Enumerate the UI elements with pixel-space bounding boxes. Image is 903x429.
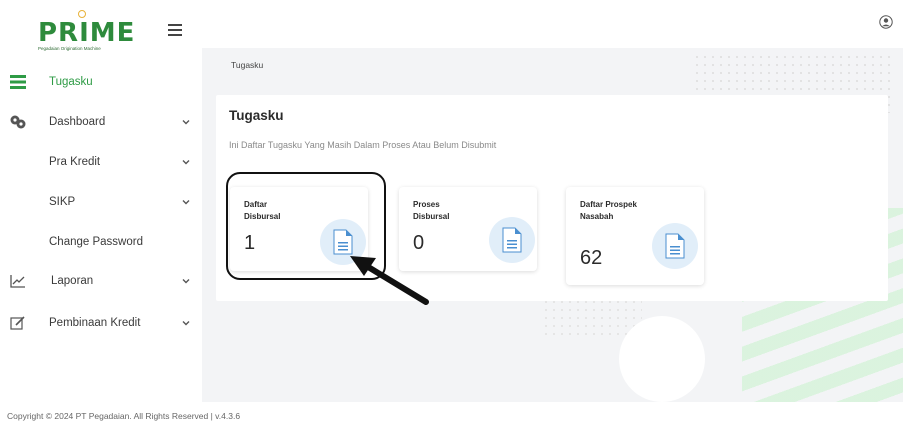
sidebar-item-label: Tugasku [49, 76, 93, 88]
sidebar-item-label: Pra Kredit [49, 156, 101, 168]
chevron-down-icon [182, 120, 190, 125]
user-profile-icon[interactable] [879, 15, 893, 29]
dashboard-icon [10, 114, 26, 130]
sidebar-item-tugasku[interactable]: Tugasku [0, 64, 202, 100]
sidebar-item-dashboard[interactable]: Dashboard [0, 104, 202, 140]
footer: Copyright © 2024 PT Pegadaian. All Right… [0, 402, 903, 429]
sidebar-item-pembinaan-kredit[interactable]: Pembinaan Kredit [0, 305, 202, 341]
breadcrumb: Tugasku [231, 60, 264, 70]
sidebar: PRIME Pegadaian Origination Machine Tuga… [0, 0, 202, 402]
sidebar-item-laporan[interactable]: Laporan [0, 263, 202, 299]
annotation-arrow-icon [350, 256, 429, 305]
background-decoration [619, 316, 705, 402]
sidebar-item-label: Dashboard [49, 116, 106, 128]
sidebar-item-change-password[interactable]: Change Password [0, 224, 202, 260]
page-description: Ini Daftar Tugasku Yang Masih Dalam Pros… [229, 140, 497, 150]
list-icon [10, 74, 26, 90]
card-count: 62 [580, 247, 603, 269]
card-title: Proses Disbursal [413, 200, 450, 221]
chevron-down-icon [182, 160, 190, 165]
card-daftar-prospek-nasabah[interactable]: Daftar Prospek Nasabah 62 [566, 187, 704, 285]
sidebar-item-label: Pembinaan Kredit [49, 317, 141, 329]
hamburger-menu-icon[interactable] [168, 24, 182, 36]
chevron-down-icon [182, 321, 190, 326]
sidebar-item-label: Change Password [49, 236, 143, 248]
logo-sun-icon [78, 10, 86, 18]
page-title: Tugasku [229, 108, 284, 123]
sidebar-item-label: SIKP [49, 196, 76, 208]
card-title: Daftar Prospek Nasabah [580, 200, 637, 221]
edit-icon [10, 315, 26, 331]
logo-subtitle: Pegadaian Origination Machine [38, 46, 101, 51]
document-icon [502, 227, 522, 253]
chart-line-icon [10, 273, 26, 289]
sidebar-item-pra-kredit[interactable]: Pra Kredit [0, 144, 202, 180]
copyright-text: Copyright © 2024 PT Pegadaian. All Right… [7, 411, 241, 421]
prime-logo[interactable]: PRIME Pegadaian Origination Machine [38, 8, 138, 51]
chevron-down-icon [182, 200, 190, 205]
sidebar-item-sikp[interactable]: SIKP [0, 184, 202, 220]
top-bar [202, 0, 903, 48]
document-icon [665, 233, 685, 259]
chevron-down-icon [182, 279, 190, 284]
logo-text: PRIME [38, 18, 136, 48]
sidebar-item-label: Laporan [51, 275, 94, 287]
